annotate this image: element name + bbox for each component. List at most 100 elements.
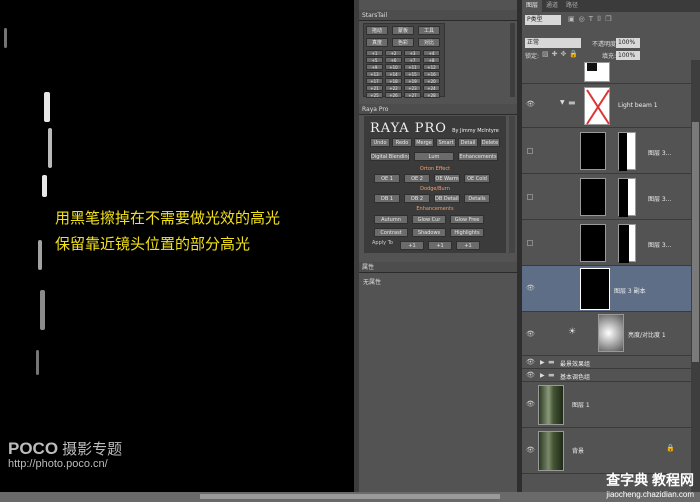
eye-icon[interactable]: 👁: [526, 400, 535, 408]
eye-icon[interactable]: 👁: [526, 284, 535, 292]
chevron-right-icon[interactable]: ▶: [540, 359, 545, 366]
startail-tab[interactable]: StarsTail: [359, 10, 517, 21]
startail-grid-btn[interactable]: +17: [366, 78, 383, 84]
layer-group-row[interactable]: 👁 ▶ ▬ 最景效果组: [522, 356, 700, 369]
startail-grid-btn[interactable]: +18: [385, 78, 402, 84]
filter-icons[interactable]: ▣◎T⌷❒: [568, 15, 615, 24]
raya-btn[interactable]: DB 2: [404, 194, 430, 203]
startail-grid-btn[interactable]: +23: [404, 85, 421, 91]
startail-grid-btn[interactable]: +4: [423, 50, 440, 56]
eye-icon[interactable]: 👁: [526, 371, 535, 379]
properties-tab[interactable]: 属性: [359, 262, 517, 273]
startail-grid-btn[interactable]: +2: [385, 50, 402, 56]
raya-btn[interactable]: DB 1: [374, 194, 400, 203]
visibility-checkbox[interactable]: [527, 148, 533, 154]
startail-grid-btn[interactable]: +1: [366, 50, 383, 56]
startail-grid-btn[interactable]: +6: [385, 57, 402, 63]
raya-btn[interactable]: Digital Blending: [370, 152, 410, 161]
raya-btn[interactable]: OE Cold: [464, 174, 490, 183]
startail-grid-btn[interactable]: +3: [404, 50, 421, 56]
chevron-down-icon[interactable]: ▼: [560, 99, 565, 106]
raya-btn[interactable]: OE 1: [374, 174, 400, 183]
raya-btn[interactable]: Undo: [370, 138, 390, 147]
lock-icons[interactable]: ▨✚✥🔒: [542, 50, 581, 58]
layer-row[interactable]: 👁 背景 🔒: [522, 428, 700, 474]
raya-scrollbar[interactable]: [509, 116, 515, 253]
layer-row[interactable]: 👁 ☀ 亮度/对比度 1: [522, 312, 700, 356]
startail-grid-btn[interactable]: +5: [366, 57, 383, 63]
raya-btn[interactable]: +1: [400, 241, 424, 250]
horizontal-scrollbar[interactable]: [200, 494, 500, 499]
startail-grid-btn[interactable]: +11: [404, 64, 421, 70]
startail-btn[interactable]: 拖动: [366, 26, 388, 35]
opacity-input[interactable]: 100%: [616, 38, 640, 48]
chevron-right-icon[interactable]: ▶: [540, 372, 545, 379]
layer-row[interactable]: 👁 图层 1: [522, 382, 700, 428]
startail-grid-btn[interactable]: +24: [423, 85, 440, 91]
raya-btn[interactable]: Smart: [436, 138, 456, 147]
startail-grid-btn[interactable]: +10: [385, 64, 402, 70]
raya-btn[interactable]: Redo: [392, 138, 412, 147]
startail-btn[interactable]: 真度: [366, 38, 388, 47]
startail-grid-btn[interactable]: +13: [366, 71, 383, 77]
startail-grid-btn[interactable]: +12: [423, 64, 440, 70]
raya-btn[interactable]: OE 2: [404, 174, 430, 183]
startail-grid-btn[interactable]: +9: [366, 64, 383, 70]
layer-row[interactable]: 图层 3...: [522, 174, 700, 220]
startail-grid-btn[interactable]: +21: [366, 85, 383, 91]
raya-btn[interactable]: OE Warm: [434, 174, 460, 183]
document-canvas[interactable]: 用黑笔擦掉在不需要做光效的高光 保留靠近镜头位置的部分高光 POCO 摄影专题 h…: [0, 0, 354, 492]
layers-scrollbar[interactable]: [691, 60, 700, 492]
startail-grid-btn[interactable]: +22: [385, 85, 402, 91]
raya-btn[interactable]: Merge: [414, 138, 434, 147]
startail-scrollbar[interactable]: [510, 23, 515, 97]
startail-grid-btn[interactable]: +27: [404, 92, 421, 98]
startail-grid-btn[interactable]: +14: [385, 71, 402, 77]
raya-btn[interactable]: Autumn: [374, 215, 408, 224]
fill-input[interactable]: 100%: [616, 51, 640, 60]
eye-icon[interactable]: 👁: [526, 100, 535, 108]
startail-btn[interactable]: 工具: [418, 26, 440, 35]
visibility-checkbox[interactable]: [527, 194, 533, 200]
raya-btn[interactable]: +1: [428, 241, 452, 250]
layer-row[interactable]: 👁 ▼ ▬ Light beam 1: [522, 84, 700, 128]
raya-btn[interactable]: Lum: [414, 152, 454, 161]
raya-btn[interactable]: Highlights: [450, 228, 484, 237]
tab-channels[interactable]: 通道: [542, 0, 562, 12]
layer-row[interactable]: 图层 3...: [522, 128, 700, 174]
startail-grid-btn[interactable]: +26: [385, 92, 402, 98]
filter-type-select[interactable]: P类型: [525, 15, 561, 25]
startail-grid-btn[interactable]: +28: [423, 92, 440, 98]
layer-row[interactable]: [522, 62, 700, 84]
layer-row[interactable]: 图层 3...: [522, 220, 700, 266]
startail-btn[interactable]: 蒙板: [392, 26, 414, 35]
visibility-checkbox[interactable]: [527, 240, 533, 246]
startail-btn[interactable]: 色彩: [392, 38, 414, 47]
layer-row-selected[interactable]: 👁 图层 3 副本: [522, 266, 700, 312]
eye-icon[interactable]: 👁: [526, 358, 535, 366]
raya-btn[interactable]: Shadows: [412, 228, 446, 237]
eye-icon[interactable]: 👁: [526, 446, 535, 454]
layers-scrollbar-thumb[interactable]: [692, 122, 699, 362]
startail-grid-btn[interactable]: +16: [423, 71, 440, 77]
raya-btn[interactable]: Detail: [458, 138, 478, 147]
startail-grid-btn[interactable]: +7: [404, 57, 421, 63]
raya-pro-tab[interactable]: Raya Pro: [359, 104, 517, 115]
raya-btn[interactable]: Contrast: [374, 228, 408, 237]
raya-btn[interactable]: Glow Free: [450, 215, 484, 224]
raya-btn[interactable]: Glow Cur: [412, 215, 446, 224]
startail-btn[interactable]: 对比: [418, 38, 440, 47]
raya-btn[interactable]: Details: [464, 194, 490, 203]
startail-grid-btn[interactable]: +8: [423, 57, 440, 63]
raya-btn[interactable]: Delete: [480, 138, 500, 147]
startail-grid-btn[interactable]: +15: [404, 71, 421, 77]
startail-grid-btn[interactable]: +20: [423, 78, 440, 84]
raya-btn[interactable]: Enhancements: [458, 152, 498, 161]
layer-group-row[interactable]: 👁 ▶ ▬ 基本调色组: [522, 369, 700, 382]
startail-grid-btn[interactable]: +19: [404, 78, 421, 84]
raya-btn[interactable]: +1: [456, 241, 480, 250]
startail-grid-btn[interactable]: +25: [366, 92, 383, 98]
eye-icon[interactable]: 👁: [526, 330, 535, 338]
tab-paths[interactable]: 路径: [562, 0, 582, 12]
blend-mode-select[interactable]: 正常: [525, 38, 581, 48]
